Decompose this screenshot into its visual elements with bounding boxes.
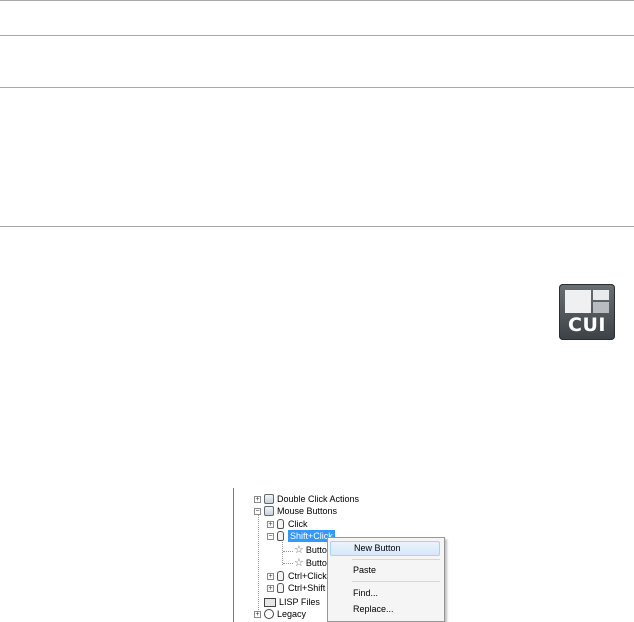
tree-item-click[interactable]: + Click [267, 518, 308, 530]
menu-item-new-button[interactable]: New Button [330, 541, 440, 556]
cui-icon-window-bottom [593, 302, 609, 313]
divider-line [0, 0, 634, 1]
tree-item-label: Legacy [277, 609, 307, 619]
expand-plus-icon[interactable]: + [267, 572, 274, 580]
cui-icon: CUI [559, 284, 615, 340]
menu-item-paste[interactable]: Paste [330, 563, 440, 578]
star-icon: ☆ [294, 557, 304, 569]
collapse-minus-icon[interactable]: − [254, 507, 261, 515]
tree-item-button-1[interactable]: ☆ Butto [294, 544, 327, 556]
mouse-icon [277, 531, 284, 541]
legacy-icon [264, 609, 274, 619]
tree-item-label: LISP Files [279, 597, 320, 607]
cui-icon-label: CUI [568, 314, 606, 336]
cui-icon-window-top [593, 290, 609, 300]
expand-plus-icon[interactable]: + [254, 495, 261, 503]
divider-line [0, 87, 634, 88]
menu-separator [352, 559, 440, 560]
tree-connector [282, 542, 283, 565]
expand-plus-icon[interactable]: + [254, 610, 261, 618]
tree-connector [283, 563, 293, 564]
tree-item-shift-click[interactable]: − Shift+Click [267, 530, 335, 542]
star-icon: ☆ [294, 544, 304, 556]
context-menu: New Button Paste Find... Replace... [327, 537, 445, 622]
folder-icon [264, 494, 274, 504]
tree-item-label: Click [288, 519, 308, 529]
menu-item-find[interactable]: Find... [330, 586, 440, 601]
mouse-icon [277, 519, 284, 529]
mouse-icon [277, 571, 284, 581]
mouse-icon [277, 583, 284, 593]
cui-icon-window-main [565, 290, 591, 313]
tree-item-label: Mouse Buttons [277, 506, 338, 516]
tree-item-ctrl-click[interactable]: + Ctrl+Click [267, 570, 327, 582]
tree-item-label: Double Click Actions [277, 494, 360, 504]
tree-item-legacy[interactable]: + Legacy [254, 608, 306, 620]
tree-item-button-2[interactable]: ☆ Butto [294, 557, 327, 569]
tree-item-mouse-buttons[interactable]: − Mouse Buttons [254, 505, 337, 517]
divider-line [0, 226, 634, 227]
tree-item-label: Butto [305, 558, 327, 568]
menu-separator [352, 581, 440, 582]
expand-plus-icon[interactable]: + [267, 584, 274, 592]
expand-plus-icon[interactable]: + [267, 520, 274, 528]
divider-line [0, 35, 634, 36]
collapse-minus-icon[interactable]: − [267, 532, 274, 540]
lisp-file-icon [264, 597, 276, 607]
menu-item-replace[interactable]: Replace... [330, 602, 440, 617]
tree-connector [283, 551, 293, 552]
tree-item-double-click-actions[interactable]: + Double Click Actions [254, 493, 359, 505]
tree-item-label: Butto [305, 545, 327, 555]
tree-item-label: Ctrl+Click [288, 571, 327, 581]
folder-icon [264, 506, 274, 516]
tree-item-label: Ctrl+Shift [288, 583, 326, 593]
tree-item-lisp-files[interactable]: LISP Files [254, 596, 320, 608]
tree-item-ctrl-shift-click[interactable]: + Ctrl+Shift [267, 582, 325, 594]
